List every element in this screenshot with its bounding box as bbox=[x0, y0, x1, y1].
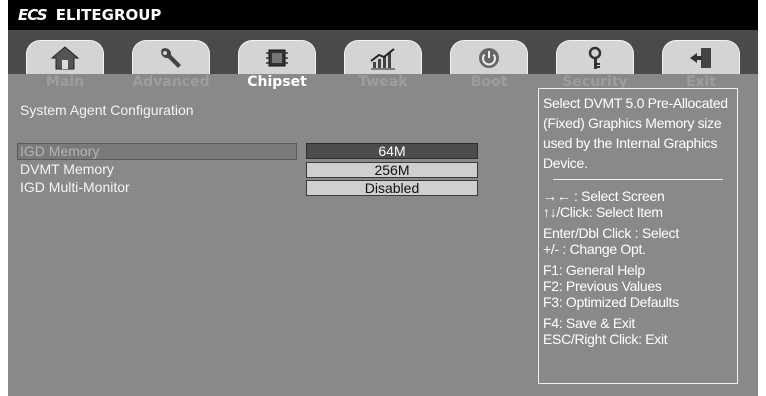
exit-door-icon bbox=[690, 47, 711, 68]
tab-advanced[interactable] bbox=[132, 40, 210, 74]
tab-tweak[interactable] bbox=[344, 40, 422, 74]
tab-strip bbox=[8, 30, 758, 74]
wrench-icon bbox=[161, 47, 181, 68]
key-hint-enter: Enter/Dbl Click : Select bbox=[543, 225, 679, 241]
tab-label-chipset[interactable]: Chipset bbox=[222, 74, 332, 90]
key-hint-esc: ESC/Right Click: Exit bbox=[543, 331, 668, 347]
brand-name: ELITEGROUP bbox=[55, 6, 162, 24]
help-divider bbox=[553, 179, 723, 180]
tab-label-main[interactable]: Main bbox=[10, 74, 120, 90]
tab-label-tweak[interactable]: Tweak bbox=[328, 74, 438, 90]
tab-main[interactable] bbox=[26, 40, 104, 74]
key-hint-change-opt: +/- : Change Opt. bbox=[543, 241, 646, 257]
help-panel: Select DVMT 5.0 Pre-Allocated (Fixed) Gr… bbox=[538, 88, 738, 384]
tab-chipset[interactable] bbox=[238, 40, 316, 74]
power-icon bbox=[479, 47, 499, 68]
igd-memory-value[interactable]: 64M bbox=[306, 143, 478, 159]
igd-multi-monitor-label[interactable]: IGD Multi-Monitor bbox=[20, 180, 130, 195]
home-icon bbox=[50, 45, 80, 69]
tab-label-boot[interactable]: Boot bbox=[434, 74, 544, 90]
tab-label-advanced[interactable]: Advanced bbox=[116, 74, 226, 90]
key-hint-select-item: ↑↓/Click: Select Item bbox=[543, 204, 663, 220]
brand-bar: ECS ELITEGROUP bbox=[8, 0, 758, 30]
igd-memory-label[interactable]: IGD Memory bbox=[17, 143, 297, 160]
page-title: System Agent Configuration bbox=[20, 102, 194, 118]
performance-chart-icon bbox=[370, 47, 395, 69]
key-hint-select-screen: →← : Select Screen bbox=[543, 188, 665, 204]
tab-security[interactable] bbox=[556, 40, 634, 74]
key-hint-f1: F1: General Help bbox=[543, 262, 645, 278]
ecs-logo: ECS bbox=[18, 6, 48, 24]
help-description: Select DVMT 5.0 Pre-Allocated (Fixed) Gr… bbox=[543, 95, 728, 171]
tab-exit[interactable] bbox=[662, 40, 740, 74]
igd-multi-monitor-value[interactable]: Disabled bbox=[306, 180, 478, 196]
dvmt-memory-value[interactable]: 256M bbox=[306, 162, 478, 178]
key-hint-f4: F4: Save & Exit bbox=[543, 315, 635, 331]
key-hint-f2: F2: Previous Values bbox=[543, 278, 662, 294]
chip-icon bbox=[266, 49, 288, 66]
key-icon bbox=[588, 46, 602, 69]
bios-window: ECS ELITEGROUP Main Advanced Chipset Twe… bbox=[8, 0, 758, 396]
dvmt-memory-label[interactable]: DVMT Memory bbox=[20, 162, 114, 177]
tab-boot[interactable] bbox=[450, 40, 528, 74]
key-hint-f3: F3: Optimized Defaults bbox=[543, 294, 679, 310]
